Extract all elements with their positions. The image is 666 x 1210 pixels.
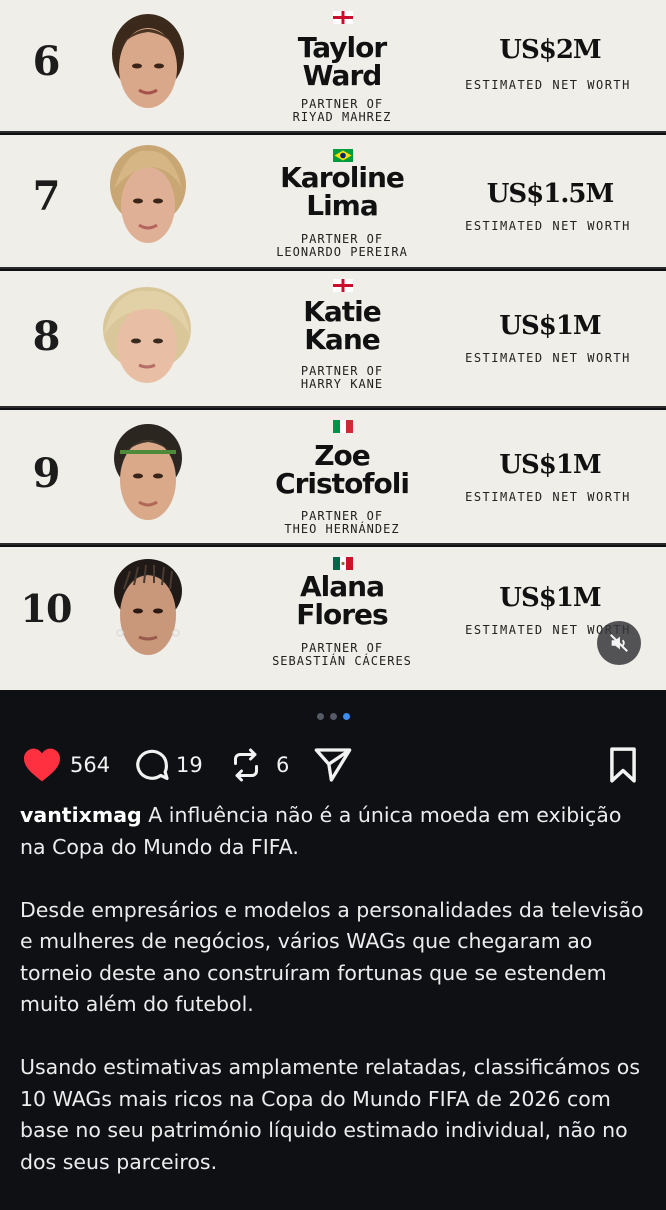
net-worth-value: US$1M bbox=[499, 583, 601, 613]
carousel-dot bbox=[329, 712, 337, 720]
net-worth-value: US$1.5M bbox=[486, 179, 615, 209]
repost-count: 6 bbox=[276, 753, 290, 777]
caption-username[interactable]: vantixmag bbox=[20, 803, 142, 827]
partner-label: PARTNER OF LEONARDO PEREIRA bbox=[276, 232, 408, 259]
wag-name: Katie Kane bbox=[303, 295, 382, 356]
caption-paragraph: Desde empresários e modelos a personalid… bbox=[20, 897, 644, 1017]
net-worth-value: US$1M bbox=[499, 311, 601, 341]
save-button[interactable] bbox=[605, 740, 641, 790]
send-icon bbox=[314, 748, 352, 782]
mute-button[interactable] bbox=[597, 621, 641, 665]
caption-paragraph: Usando estimativas amplamente relatadas,… bbox=[20, 1055, 641, 1174]
mexico-flag-icon bbox=[333, 557, 353, 570]
partner-label: PARTNER OF THEO HERNÁNDEZ bbox=[284, 509, 400, 536]
net-worth-label: ESTIMATED NET WORTH bbox=[465, 219, 631, 233]
post-carousel[interactable]: 6 Taylor Ward PARTNER OF RIYAD MAHREZ US$2… bbox=[0, 0, 666, 692]
england-flag-icon bbox=[333, 11, 353, 24]
net-worth-label: ESTIMATED NET WORTH bbox=[465, 351, 631, 365]
portrait-image bbox=[108, 555, 188, 659]
net-worth-label: ESTIMATED NET WORTH bbox=[465, 490, 631, 504]
italy-flag-icon bbox=[333, 420, 353, 433]
post-actions-bar: 564 19 6 bbox=[0, 740, 666, 790]
rank-number: 7 bbox=[32, 173, 61, 220]
like-button[interactable]: 564 bbox=[22, 740, 110, 790]
repost-icon bbox=[234, 748, 258, 782]
net-worth-value: US$1M bbox=[499, 450, 601, 480]
rank-number: 8 bbox=[32, 313, 61, 360]
comment-count: 19 bbox=[176, 753, 203, 777]
heart-icon bbox=[24, 748, 60, 782]
wag-name: Taylor Ward bbox=[297, 31, 387, 92]
wag-name: Zoe Cristofoli bbox=[275, 439, 410, 500]
wag-name: Alana Flores bbox=[296, 570, 388, 631]
net-worth-label: ESTIMATED NET WORTH bbox=[465, 78, 631, 92]
partner-label: PARTNER OF HARRY KANE bbox=[300, 364, 384, 391]
repost-button[interactable]: 6 bbox=[228, 740, 289, 790]
portrait-image bbox=[108, 12, 188, 116]
carousel-dot-active bbox=[342, 712, 350, 720]
england-flag-icon bbox=[333, 279, 353, 292]
ranking-row: 8 Katie Kane PARTNER OF HARRY KANE US$1M E… bbox=[0, 271, 666, 408]
post-caption: vantixmag A influência não é a única moe… bbox=[20, 800, 652, 1210]
partner-label: PARTNER OF SEBASTIÁN CÁCERES bbox=[272, 641, 412, 668]
ranking-row: 9 Zoe Cristofoli PARTNER OF THEO HERNÁNDEZ… bbox=[0, 410, 666, 545]
bookmark-icon bbox=[610, 747, 636, 783]
wag-name: Karoline Lima bbox=[280, 161, 405, 222]
rank-number: 10 bbox=[20, 586, 73, 631]
ranking-row: 10 Alana Flores PARTNER OF SEBASTIÁN CÁCER… bbox=[0, 547, 666, 690]
comment-icon bbox=[136, 749, 169, 781]
muted-speaker-icon bbox=[610, 634, 628, 652]
rank-number: 6 bbox=[32, 38, 61, 85]
net-worth-value: US$2M bbox=[499, 35, 601, 65]
ranking-row: 7 Karoline Lima PARTNER OF LEONARDO PEREIR… bbox=[0, 135, 666, 269]
portrait-image bbox=[108, 145, 188, 249]
ranking-row: 6 Taylor Ward PARTNER OF RIYAD MAHREZ US$2… bbox=[0, 0, 666, 133]
partner-label: PARTNER OF RIYAD MAHREZ bbox=[292, 97, 392, 124]
carousel-dot bbox=[316, 712, 324, 720]
like-count: 564 bbox=[70, 753, 111, 777]
carousel-indicator bbox=[0, 710, 666, 722]
rank-number: 9 bbox=[32, 450, 61, 497]
portrait-image bbox=[108, 420, 188, 524]
comment-button[interactable]: 19 bbox=[132, 740, 203, 790]
portrait-image bbox=[100, 283, 194, 387]
share-button[interactable] bbox=[312, 740, 354, 790]
